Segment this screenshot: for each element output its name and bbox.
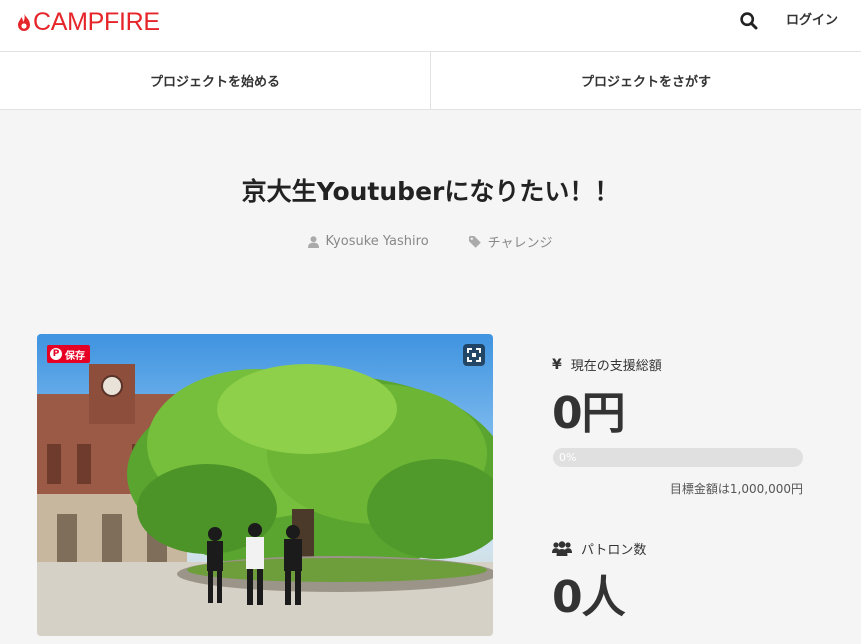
patrons-value: 0人 <box>552 572 626 623</box>
project-title: 京大生Youtuberになりたい！！ <box>241 177 620 206</box>
project-image[interactable]: P 保存 <box>37 334 493 636</box>
project-stats: ¥ 現在の支援総額 0円 0% 目標金額は1,000,000円 パトロン数 0人 <box>530 334 861 644</box>
category-name: チャレンジ <box>487 236 553 251</box>
expand-icon <box>467 348 481 362</box>
find-project-link[interactable]: プロジェクトをさがす <box>430 52 861 109</box>
subnav: プロジェクトを始める プロジェクトをさがす <box>0 52 861 110</box>
author-link[interactable]: Kyosuke Yashiro <box>308 234 429 249</box>
flame-icon <box>18 13 30 31</box>
progress-percent: 0% <box>559 451 577 464</box>
patrons-label-row: パトロン数 <box>552 539 646 558</box>
user-icon <box>308 235 320 248</box>
yen-icon: ¥ <box>552 356 562 373</box>
funding-value: 0円 <box>552 388 626 439</box>
start-project-link[interactable]: プロジェクトを始める <box>0 52 430 109</box>
users-icon <box>552 541 572 556</box>
campfire-logo[interactable]: CAMPFIRE <box>17 8 160 36</box>
funding-label: 現在の支援総額 <box>570 359 662 374</box>
funding-label-row: ¥ 現在の支援総額 <box>552 355 662 375</box>
category-link[interactable]: チャレンジ <box>468 232 553 251</box>
funding-progress-bar: 0% <box>553 448 803 467</box>
pinterest-save-label: 保存 <box>65 350 85 362</box>
expand-image-button[interactable] <box>463 344 485 366</box>
tag-icon <box>468 235 481 248</box>
goal-amount: 目標金額は1,000,000円 <box>669 482 803 496</box>
project-photo <box>37 364 493 636</box>
patrons-label: パトロン数 <box>581 543 647 558</box>
login-link[interactable]: ログイン <box>786 12 838 30</box>
pinterest-icon: P <box>50 348 62 360</box>
pinterest-save-button[interactable]: P 保存 <box>47 345 90 363</box>
project-meta: Kyosuke Yashiro チャレンジ <box>0 232 861 251</box>
logo-text: CAMPFIRE <box>33 8 160 36</box>
header: CAMPFIRE ログイン <box>0 0 861 52</box>
author-name: Kyosuke Yashiro <box>325 234 429 249</box>
search-icon[interactable] <box>739 11 759 31</box>
